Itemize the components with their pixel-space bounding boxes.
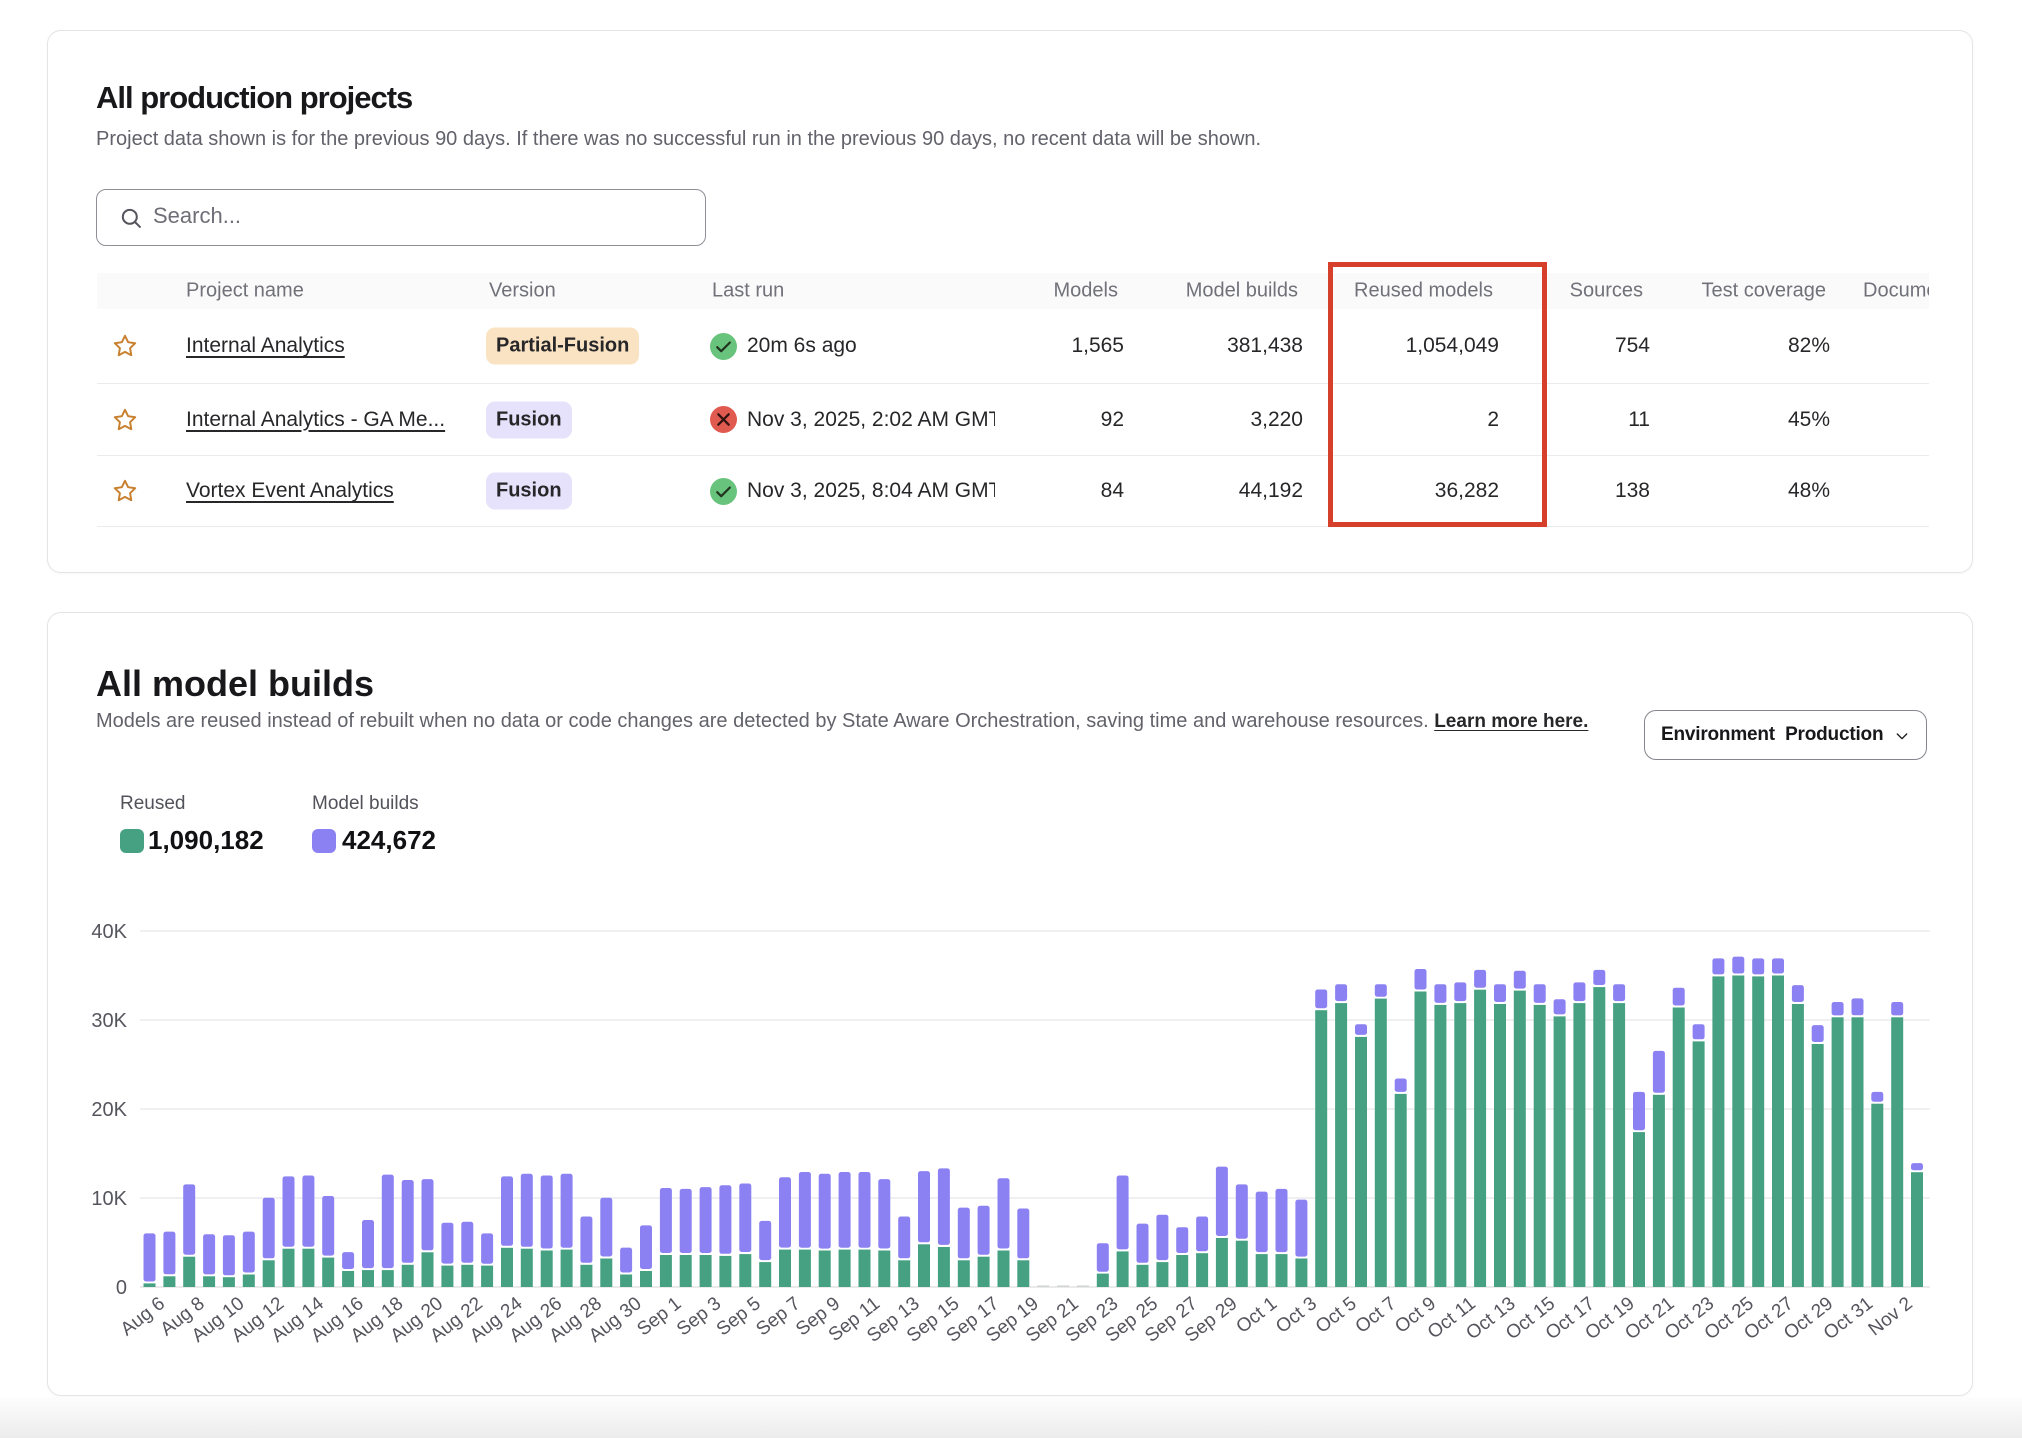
svg-text:Oct 7: Oct 7 (1352, 1293, 1401, 1338)
svg-text:Oct 1: Oct 1 (1232, 1293, 1281, 1338)
svg-text:Sep 3: Sep 3 (673, 1293, 725, 1340)
svg-text:Nov 2: Nov 2 (1865, 1293, 1917, 1340)
svg-text:0: 0 (116, 1277, 127, 1299)
svg-text:Oct 3: Oct 3 (1272, 1293, 1321, 1338)
svg-text:Sep 5: Sep 5 (713, 1293, 765, 1340)
svg-text:10K: 10K (91, 1188, 127, 1210)
svg-text:20K: 20K (91, 1099, 127, 1121)
svg-text:Sep 1: Sep 1 (633, 1293, 685, 1340)
svg-text:Aug 6: Aug 6 (117, 1293, 169, 1340)
svg-text:Oct 5: Oct 5 (1312, 1293, 1361, 1338)
svg-text:30K: 30K (91, 1010, 127, 1032)
svg-text:40K: 40K (91, 921, 127, 943)
svg-text:Sep 7: Sep 7 (752, 1293, 804, 1340)
